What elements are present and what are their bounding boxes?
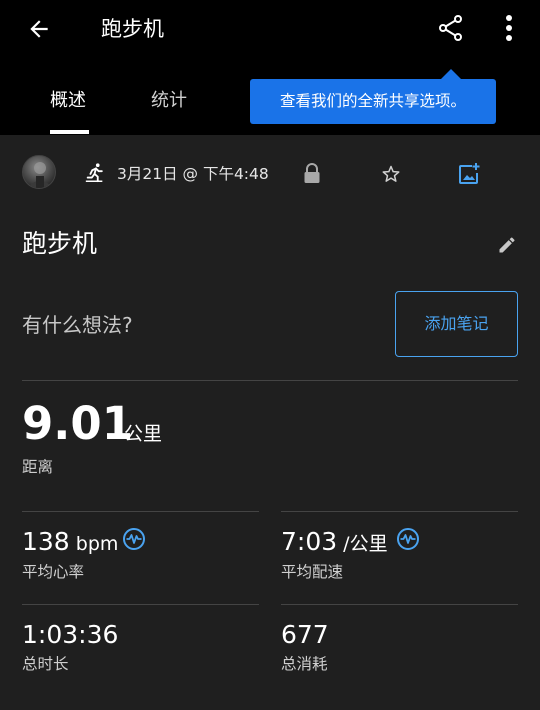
pencil-icon: [499, 237, 515, 253]
avg-pace-value: 7:03 /公里: [281, 526, 388, 560]
avg-pace-label: 平均配速: [281, 563, 344, 581]
divider: [22, 511, 259, 512]
total-time-label: 总时长: [22, 655, 69, 673]
divider: [22, 380, 518, 381]
total-calories-value: 677: [281, 620, 329, 649]
add-note-button[interactable]: 添加笔记: [395, 291, 518, 357]
tab-stats[interactable]: 统计: [151, 88, 187, 114]
avatar-image: [28, 162, 52, 188]
favorite-button[interactable]: [378, 161, 404, 187]
add-photo-button[interactable]: [456, 161, 482, 187]
page-title: 跑步机: [101, 17, 164, 41]
lock-icon[interactable]: [302, 163, 322, 185]
heart-rate-icon[interactable]: [122, 527, 146, 551]
arrow-left-icon: [30, 20, 48, 38]
avg-heart-rate-unit: bpm: [69, 533, 119, 555]
avg-pace-unit: /公里: [337, 533, 388, 555]
more-vert-icon: [506, 15, 512, 41]
divider: [22, 604, 259, 605]
avg-pace-number: 7:03: [281, 527, 338, 556]
activity-date: 3月21日 @ 下午4:48: [117, 165, 269, 183]
avatar[interactable]: [22, 155, 56, 189]
running-icon: [85, 163, 103, 183]
avg-heart-rate-number: 138: [22, 527, 70, 556]
thoughts-prompt[interactable]: 有什么想法?: [22, 311, 133, 339]
avg-heart-rate-value: 138 bpm: [22, 526, 118, 560]
tab-selected-indicator: [50, 130, 89, 134]
share-icon: [439, 15, 462, 41]
star-outline-icon: [382, 165, 400, 182]
total-time-value: 1:03:36: [22, 620, 119, 649]
distance-label: 距离: [22, 458, 54, 476]
share-button[interactable]: [434, 11, 468, 45]
distance-value: 9.01: [22, 397, 134, 450]
more-options-button[interactable]: [496, 11, 522, 45]
pace-heart-rate-icon[interactable]: [396, 527, 420, 551]
avg-heart-rate-label: 平均心率: [22, 563, 85, 581]
distance-unit: 公里: [124, 423, 163, 445]
share-options-tooltip[interactable]: 查看我们的全新共享选项。: [250, 79, 496, 124]
divider: [281, 604, 518, 605]
tooltip-arrow: [441, 69, 461, 79]
activity-name: 跑步机: [22, 229, 98, 258]
total-calories-label: 总消耗: [281, 655, 328, 673]
edit-name-button[interactable]: [494, 232, 520, 258]
back-button[interactable]: [22, 12, 56, 46]
tab-overview[interactable]: 概述: [50, 88, 86, 114]
add-photo-icon: [459, 163, 480, 184]
divider: [281, 511, 518, 512]
